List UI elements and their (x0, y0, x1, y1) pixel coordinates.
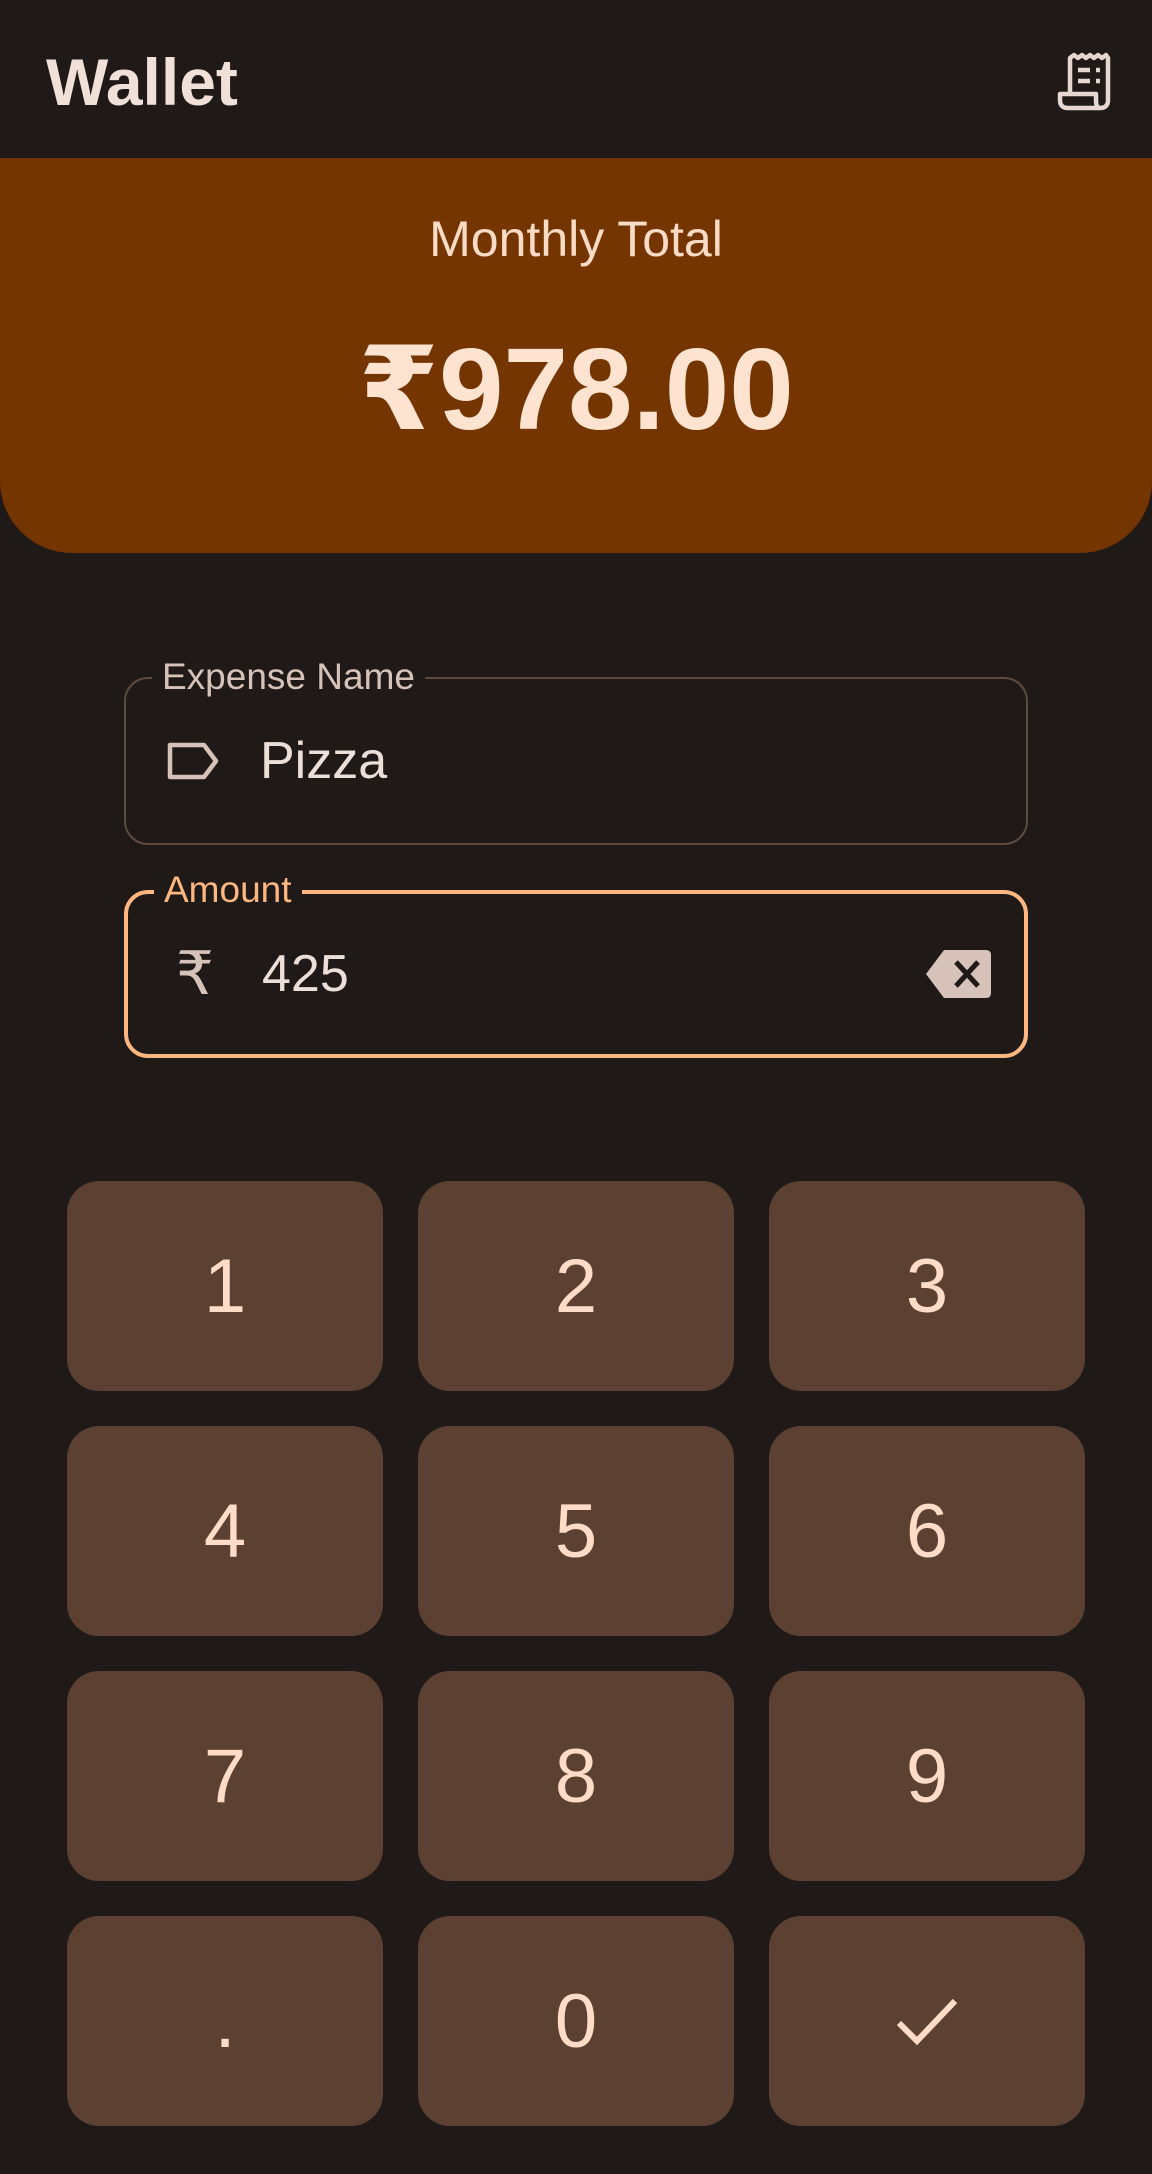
wallet-app: Wallet Monthly Total ₹978.00 Expense Nam… (0, 0, 1152, 2174)
key-9[interactable]: 9 (769, 1671, 1085, 1881)
key-8[interactable]: 8 (418, 1671, 734, 1881)
key-4[interactable]: 4 (67, 1426, 383, 1636)
expense-name-value[interactable]: Pizza (260, 731, 387, 791)
key-0[interactable]: 0 (418, 1916, 734, 2126)
monthly-total-card: Monthly Total ₹978.00 (0, 158, 1152, 553)
check-icon (896, 1998, 958, 2046)
expense-name-label: Expense Name (152, 655, 425, 699)
app-title: Wallet (46, 45, 238, 119)
receipt-long-icon (1057, 52, 1111, 111)
label-tag-icon (164, 732, 222, 790)
top-app-bar: Wallet (0, 0, 1152, 158)
backspace-icon (926, 950, 991, 998)
amount-field[interactable]: Amount ₹ 425 (124, 868, 1028, 1058)
monthly-total-value: ₹978.00 (358, 324, 794, 454)
key-6[interactable]: 6 (769, 1426, 1085, 1636)
expense-name-field[interactable]: Expense Name Pizza (124, 655, 1028, 845)
monthly-total-label: Monthly Total (429, 211, 723, 267)
receipt-button[interactable] (1052, 48, 1116, 116)
key-decimal[interactable]: . (67, 1916, 383, 2126)
amount-value[interactable]: 425 (262, 944, 349, 1004)
confirm-button[interactable] (769, 1916, 1085, 2126)
key-2[interactable]: 2 (418, 1181, 734, 1391)
currency-symbol: ₹ (175, 940, 215, 1007)
key-5[interactable]: 5 (418, 1426, 734, 1636)
rupee-icon: ₹ (166, 940, 224, 1007)
key-1[interactable]: 1 (67, 1181, 383, 1391)
key-7[interactable]: 7 (67, 1671, 383, 1881)
amount-label: Amount (154, 868, 302, 912)
clear-amount-button[interactable] (924, 947, 994, 1001)
key-3[interactable]: 3 (769, 1181, 1085, 1391)
